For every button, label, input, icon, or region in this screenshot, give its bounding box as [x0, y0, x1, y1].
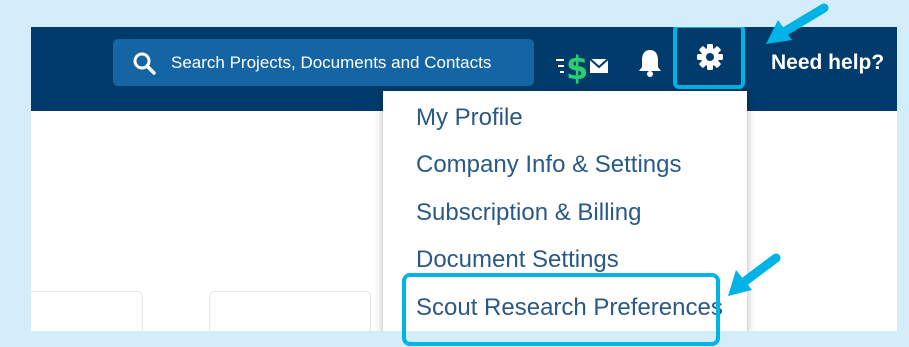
- need-help-link[interactable]: Need help?: [771, 51, 884, 75]
- menu-item-company-info[interactable]: Company Info & Settings: [416, 151, 681, 179]
- scout-preferences-highlight: [402, 273, 720, 346]
- menu-item-document-settings[interactable]: Document Settings: [416, 246, 619, 274]
- dollar-envelope-icon[interactable]: $: [556, 47, 614, 87]
- search-placeholder: Search Projects, Documents and Contacts: [171, 52, 492, 72]
- arrow-icon: [766, 3, 829, 44]
- gear-icon: [697, 44, 723, 70]
- search-input[interactable]: Search Projects, Documents and Contacts: [113, 39, 534, 86]
- svg-text:$: $: [566, 49, 588, 87]
- search-icon: [133, 52, 156, 75]
- content-card: [209, 291, 371, 331]
- menu-item-subscription-billing[interactable]: Subscription & Billing: [416, 199, 641, 227]
- content-card: [31, 291, 143, 331]
- bell-icon[interactable]: [636, 47, 664, 79]
- arrow-icon: [728, 253, 781, 296]
- settings-button[interactable]: [673, 27, 745, 89]
- menu-item-my-profile[interactable]: My Profile: [416, 104, 523, 132]
